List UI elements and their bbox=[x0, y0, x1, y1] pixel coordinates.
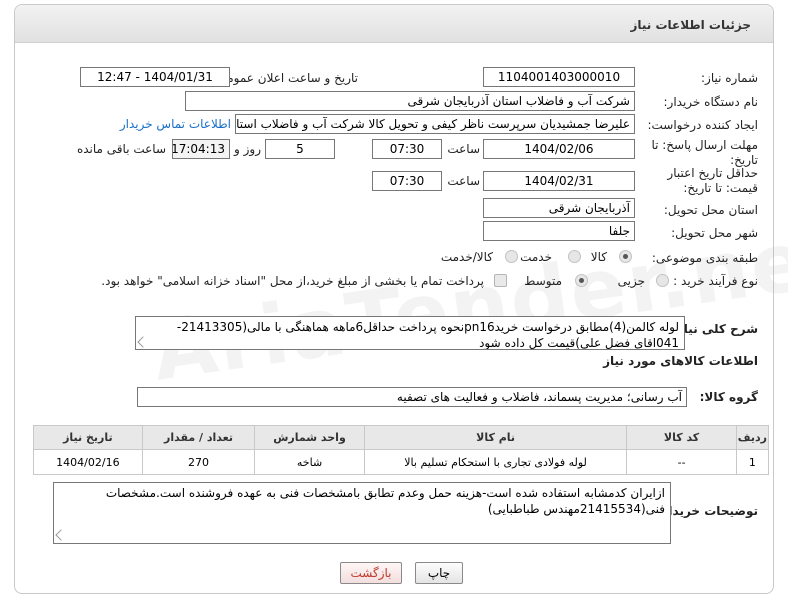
city-label: شهر محل تحویل: bbox=[671, 226, 758, 240]
goods-group-field: آب رسانی؛ مدیریت پسماند، فاضلاب و فعالیت… bbox=[137, 387, 687, 407]
buyer-org-field: شرکت آب و فاضلاب استان آذربایجان شرقی bbox=[185, 91, 635, 111]
days-label: روز و bbox=[234, 142, 261, 156]
remaining-time-label: ساعت باقی مانده bbox=[76, 142, 166, 156]
process-medium-radio[interactable] bbox=[575, 274, 588, 287]
process-minor-radio[interactable] bbox=[656, 274, 669, 287]
announce-field: 1404/01/31 - 12:47 bbox=[80, 67, 230, 87]
reply-date-field: 1404/02/06 bbox=[483, 139, 635, 159]
category-goods-label: کالا bbox=[590, 250, 607, 264]
panel-header: جزئیات اطلاعات نیاز bbox=[15, 5, 773, 43]
need-number-label: شماره نیاز: bbox=[701, 71, 758, 85]
col-date-header: تاریخ نیاز bbox=[33, 425, 143, 450]
buyer-notes-label: توضیحات خریدار: bbox=[656, 504, 758, 518]
col-unit-header: واحد شمارش bbox=[254, 425, 365, 450]
description-textarea: لوله کالمن(4)مطابق درخواست خریدpn16نحوه … bbox=[135, 316, 685, 350]
print-button[interactable]: چاپ bbox=[415, 562, 463, 584]
treasury-note: پرداخت تمام یا بخشی از مبلغ خرید،از محل … bbox=[101, 274, 484, 288]
contact-buyer-link[interactable]: اطلاعات تماس خریدار bbox=[120, 117, 231, 131]
city-field: جلفا bbox=[483, 221, 635, 241]
price-validity-label: حداقل تاریخ اعتبار قیمت: تا تاریخ: bbox=[667, 166, 758, 195]
category-label: طبقه بندی موضوعی: bbox=[651, 251, 758, 265]
goods-info-title: اطلاعات کالاهای مورد نیاز bbox=[603, 354, 758, 368]
process-minor-label: جزیی bbox=[617, 274, 645, 288]
item-name-cell: لوله فولادی تجاری با استحکام تسلیم بالا bbox=[363, 449, 628, 475]
item-code-cell: -- bbox=[626, 449, 737, 475]
category-service-label: خدمت bbox=[520, 250, 552, 264]
table-row: 1 -- لوله فولادی تجاری با استحکام تسلیم … bbox=[33, 449, 770, 475]
page-title: جزئیات اطلاعات نیاز bbox=[630, 18, 751, 32]
validity-time-label: ساعت bbox=[447, 174, 480, 188]
col-name-header: نام کالا bbox=[363, 425, 628, 450]
need-number-field: 1104001403000010 bbox=[483, 67, 635, 87]
process-medium-label: متوسط bbox=[524, 274, 562, 288]
creator-field: علیرضا جمشیدیان سرپرست ناظر کیفی و تحویل… bbox=[235, 114, 635, 134]
col-row-header: ردیف bbox=[735, 425, 770, 450]
validity-time-field: 07:30 bbox=[372, 171, 442, 191]
category-service-radio[interactable] bbox=[568, 250, 581, 263]
category-goods-service-radio[interactable] bbox=[505, 250, 518, 263]
announce-label: تاریخ و ساعت اعلان عمومی: bbox=[213, 71, 358, 85]
process-label: نوع فرآیند خرید : bbox=[673, 274, 758, 288]
province-label: استان محل تحویل: bbox=[663, 203, 758, 217]
row-number-cell: 1 bbox=[735, 449, 770, 475]
buyer-org-label: نام دستگاه خریدار: bbox=[663, 95, 759, 109]
category-goods-radio[interactable] bbox=[619, 250, 632, 263]
reply-time-label: ساعت bbox=[447, 142, 480, 156]
table-header-row: ردیف کد کالا نام کالا واحد شمارش تعداد /… bbox=[33, 425, 770, 450]
goods-group-label: گروه کالا: bbox=[699, 390, 758, 404]
creator-label: ایجاد کننده درخواست: bbox=[647, 118, 758, 132]
need-date-cell: 1404/02/16 bbox=[33, 449, 143, 475]
reply-time-field: 07:30 bbox=[372, 139, 442, 159]
category-goods-service-label: کالا/خدمت bbox=[440, 250, 493, 264]
province-field: آذربایجان شرقی bbox=[483, 198, 635, 218]
buyer-notes-textarea: ازایران کدمشابه استفاده شده است-هزینه حم… bbox=[53, 482, 671, 544]
items-table: ردیف کد کالا نام کالا واحد شمارش تعداد /… bbox=[33, 425, 770, 475]
days-field: 5 bbox=[265, 139, 335, 159]
unit-cell: شاخه bbox=[254, 449, 365, 475]
remaining-time-field: 17:04:13 bbox=[172, 139, 230, 159]
col-qty-header: تعداد / مقدار bbox=[141, 425, 256, 450]
quantity-cell: 270 bbox=[141, 449, 256, 475]
col-code-header: کد کالا bbox=[626, 425, 737, 450]
reply-deadline-label: مهلت ارسال پاسخ: تا تاریخ: bbox=[651, 138, 758, 167]
back-button[interactable]: بازگشت bbox=[340, 562, 402, 584]
validity-date-field: 1404/02/31 bbox=[483, 171, 635, 191]
treasury-checkbox[interactable] bbox=[494, 274, 507, 287]
